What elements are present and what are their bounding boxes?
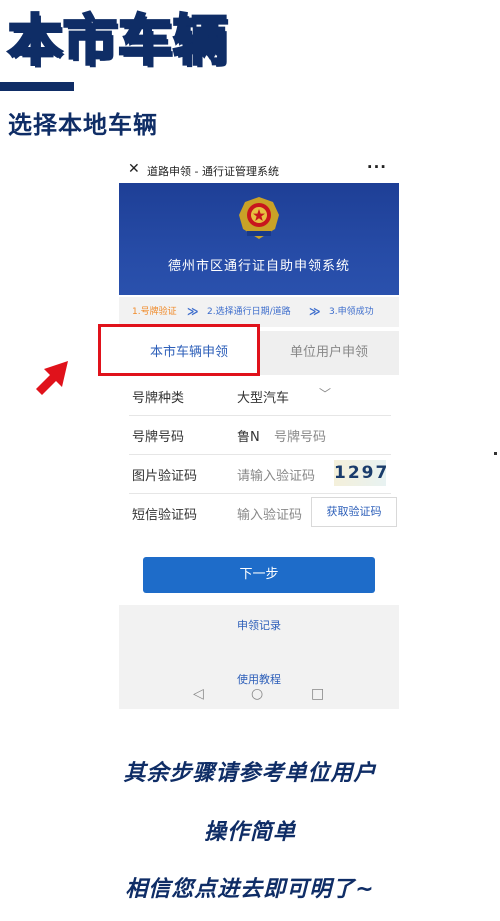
sms-code-input[interactable]: 输入验证码: [237, 504, 302, 523]
captcha-image[interactable]: 1297: [334, 460, 387, 486]
plate-type-row[interactable]: 号牌种类 大型汽车 ﹀: [129, 377, 391, 416]
tab-unit-user[interactable]: 单位用户申领: [259, 331, 399, 375]
title-underline: [0, 82, 74, 91]
home-icon[interactable]: ○: [251, 686, 263, 702]
footer-line-2: 操作简单: [203, 820, 296, 845]
stray-dot: [494, 452, 497, 455]
plate-number-row: 号牌号码 鲁N 号牌号码: [129, 416, 391, 455]
back-icon[interactable]: ◁: [193, 686, 204, 702]
step-1: 1.号牌验证: [132, 307, 177, 317]
phone-screenshot: ✕ 道路申领 - 通行证管理系统 ··· 德州市区通行证自助申领系统 1.号牌验…: [119, 157, 399, 709]
next-button[interactable]: 下一步: [143, 557, 375, 593]
image-code-label: 图片验证码: [132, 469, 198, 484]
pointer-arrow-icon: [36, 361, 68, 395]
plate-number-input[interactable]: 号牌号码: [274, 426, 326, 445]
android-navbar: ◁ ○ □: [119, 682, 399, 709]
chevron-down-icon[interactable]: ﹀: [319, 385, 331, 402]
records-link[interactable]: 申领记录: [119, 617, 399, 633]
police-emblem-icon: [239, 197, 279, 239]
sms-code-label: 短信验证码: [132, 508, 198, 523]
get-sms-code-button[interactable]: 获取验证码: [311, 497, 397, 527]
footer-line-3: 相信您点进去即可明了~: [125, 877, 375, 902]
footer-line-1: 其余步骤请参考单位用户: [123, 761, 377, 786]
image-code-row: 图片验证码 请输入验证码 1297: [129, 455, 391, 494]
step-arrow-icon: ≫: [309, 305, 321, 318]
plate-prefix[interactable]: 鲁N: [237, 426, 260, 445]
sms-code-row: 短信验证码 输入验证码 获取验证码: [129, 494, 397, 532]
banner: 德州市区通行证自助申领系统: [119, 183, 399, 295]
plate-type-select[interactable]: 大型汽车: [237, 387, 289, 406]
step-indicator: 1.号牌验证 ≫ 2.选择通行日期/道路 ≫ 3.申领成功: [119, 297, 399, 327]
plate-type-label: 号牌种类: [132, 391, 185, 406]
recent-apps-icon[interactable]: □: [311, 686, 324, 702]
close-icon[interactable]: ✕: [128, 160, 140, 178]
banner-title: 德州市区通行证自助申领系统: [167, 259, 350, 274]
highlight-box: [98, 324, 260, 376]
image-code-input[interactable]: 请输入验证码: [237, 465, 315, 484]
more-icon[interactable]: ···: [367, 158, 387, 176]
app-titlebar: ✕ 道路申领 - 通行证管理系统 ···: [119, 157, 399, 183]
app-title: 道路申领 - 通行证管理系统: [147, 165, 279, 178]
step-2: 2.选择通行日期/道路: [207, 307, 291, 317]
section-subtitle: 选择本地车辆: [8, 111, 158, 139]
step-arrow-icon: ≫: [187, 305, 199, 318]
step-3: 3.申领成功: [329, 307, 374, 317]
plate-number-label: 号牌号码: [132, 430, 185, 445]
page-title: 本市车辆: [7, 8, 229, 74]
